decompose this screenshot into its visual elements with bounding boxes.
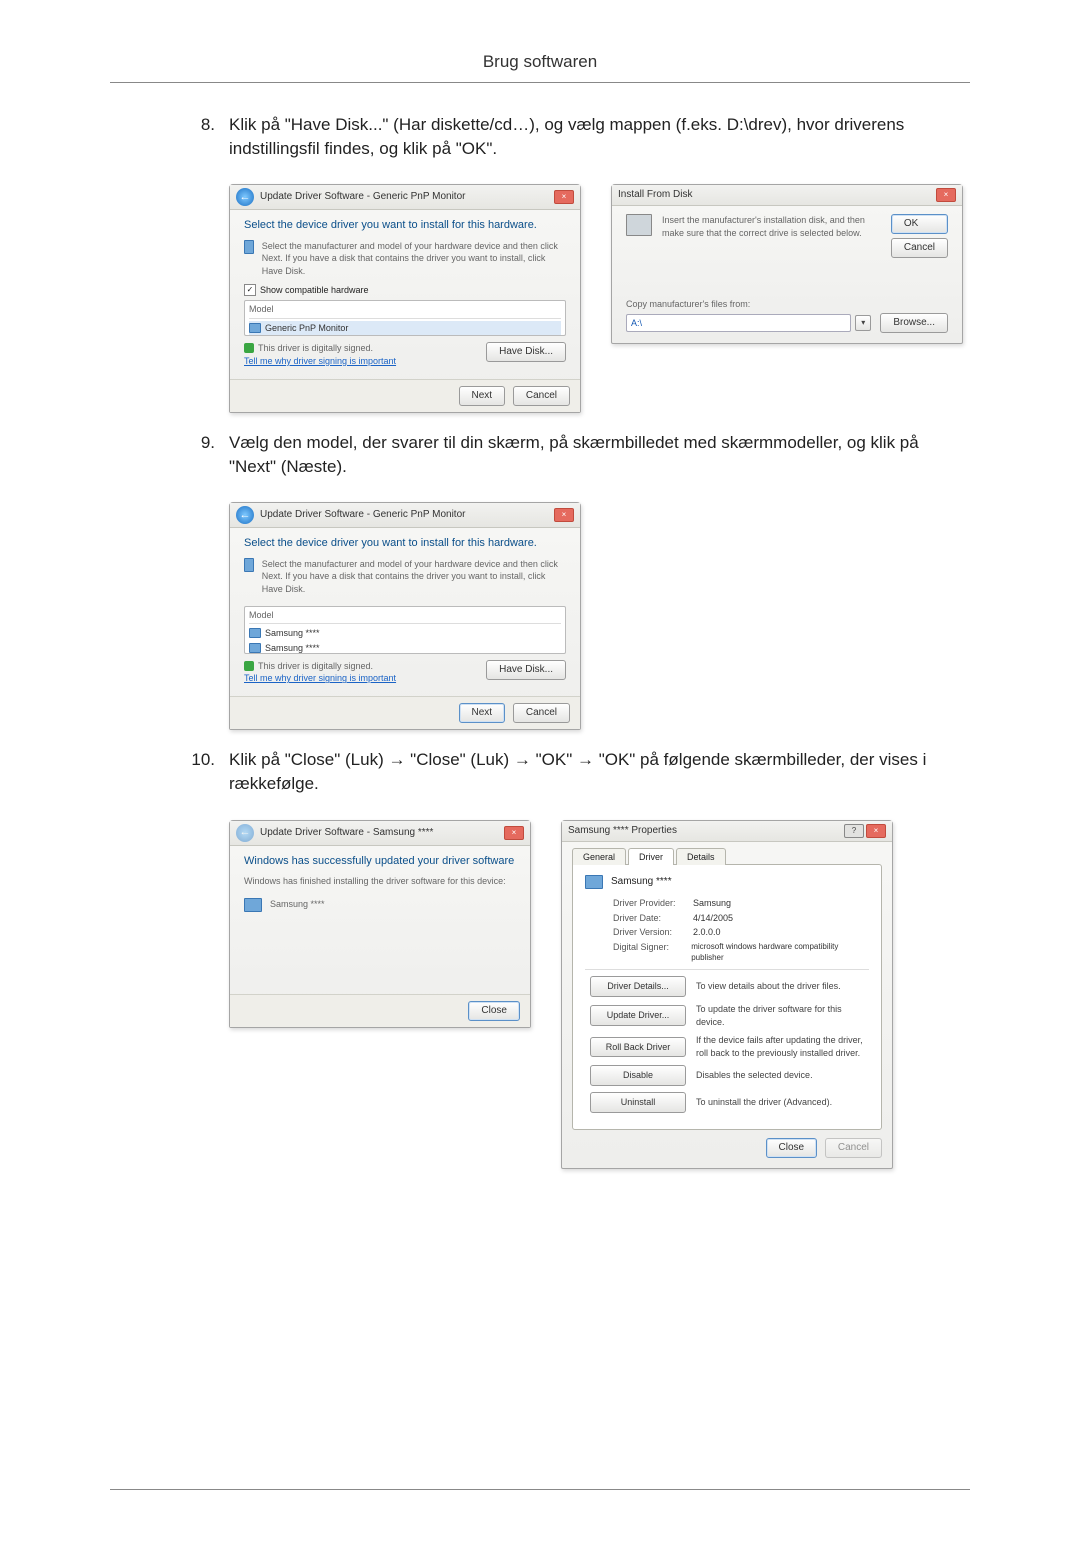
- back-icon[interactable]: ←: [236, 506, 254, 524]
- cancel-button[interactable]: Cancel: [513, 386, 570, 406]
- cancel-button: Cancel: [825, 1138, 882, 1158]
- dropdown-icon[interactable]: ▾: [855, 315, 871, 331]
- dialog-title: Update Driver Software - Generic PnP Mon…: [260, 508, 465, 522]
- dialog-properties: Samsung **** Properties ? × General Driv…: [561, 820, 893, 1169]
- dialog-select-model: ← Update Driver Software - Generic PnP M…: [229, 502, 581, 730]
- divider-bottom: [110, 1489, 970, 1490]
- step-9-text: Vælg den model, der svarer til din skærm…: [229, 431, 970, 479]
- divider-top: [110, 82, 970, 83]
- success-desc: Windows has finished installing the driv…: [244, 875, 516, 888]
- next-button[interactable]: Next: [459, 386, 506, 406]
- close-button[interactable]: Close: [766, 1138, 818, 1158]
- shield-icon: [244, 343, 254, 353]
- signing-link[interactable]: Tell me why driver signing is important: [244, 356, 396, 366]
- monitor-icon: [244, 558, 254, 572]
- signing-link[interactable]: Tell me why driver signing is important: [244, 673, 396, 683]
- cancel-button[interactable]: Cancel: [513, 703, 570, 723]
- dialog-title: Update Driver Software - Generic PnP Mon…: [260, 190, 465, 204]
- ok-button[interactable]: OK: [891, 214, 948, 234]
- have-disk-button[interactable]: Have Disk...: [486, 660, 566, 680]
- page-title: Brug softwaren: [110, 50, 970, 74]
- monitor-icon: [585, 875, 603, 889]
- monitor-icon: [244, 240, 254, 254]
- show-compatible-checkbox[interactable]: ✓: [244, 284, 256, 296]
- device-name: Samsung ****: [270, 898, 325, 911]
- step-10-number: 10.: [110, 748, 229, 796]
- close-button[interactable]: Close: [468, 1001, 520, 1021]
- step-9-number: 9.: [110, 431, 229, 479]
- step-10-text: Klik på "Close" (Luk) → "Close" (Luk) → …: [229, 748, 970, 796]
- tab-details[interactable]: Details: [676, 848, 726, 866]
- close-icon[interactable]: ×: [936, 188, 956, 202]
- model-header: Model: [249, 303, 561, 319]
- close-icon[interactable]: ×: [504, 826, 524, 840]
- dialog-install-from-disk: Install From Disk × Insert the manufactu…: [611, 184, 963, 344]
- cancel-button[interactable]: Cancel: [891, 238, 948, 258]
- device-name: Samsung ****: [611, 875, 672, 889]
- close-icon[interactable]: ×: [554, 190, 574, 204]
- step-8-number: 8.: [110, 113, 229, 161]
- step-8-text: Klik på "Have Disk..." (Har diskette/cd……: [229, 113, 970, 161]
- have-disk-button[interactable]: Have Disk...: [486, 342, 566, 362]
- monitor-icon: [249, 628, 261, 638]
- list-item[interactable]: Samsung ****: [249, 641, 561, 656]
- dialog-desc: Select the manufacturer and model of you…: [262, 558, 566, 596]
- list-item[interactable]: Samsung ****: [249, 626, 561, 641]
- dialog-desc: Select the manufacturer and model of you…: [262, 240, 566, 278]
- close-icon[interactable]: ×: [866, 824, 886, 838]
- dialog-heading: Select the device driver you want to ins…: [244, 536, 566, 551]
- list-item[interactable]: Generic PnP Monitor: [249, 321, 561, 336]
- tab-driver[interactable]: Driver: [628, 848, 674, 866]
- dialog-title: Install From Disk: [618, 188, 692, 202]
- path-input[interactable]: A:\: [626, 314, 851, 332]
- driver-details-button[interactable]: Driver Details...: [590, 976, 686, 997]
- browse-button[interactable]: Browse...: [880, 313, 948, 333]
- close-icon[interactable]: ×: [554, 508, 574, 522]
- dialog-update-success: ← Update Driver Software - Samsung **** …: [229, 820, 531, 1028]
- disk-icon: [626, 214, 652, 236]
- model-header: Model: [249, 609, 561, 625]
- signed-text: This driver is digitally signed.: [258, 660, 373, 673]
- dialog-update-driver: ← Update Driver Software - Generic PnP M…: [229, 184, 581, 412]
- tab-general[interactable]: General: [572, 848, 626, 866]
- help-icon[interactable]: ?: [844, 824, 864, 838]
- dialog-title: Update Driver Software - Samsung ****: [260, 826, 433, 840]
- signed-text: This driver is digitally signed.: [258, 342, 373, 355]
- back-icon[interactable]: ←: [236, 188, 254, 206]
- copy-label: Copy manufacturer's files from:: [626, 298, 948, 311]
- monitor-icon: [244, 898, 262, 912]
- dialog-title: Samsung **** Properties: [568, 824, 677, 838]
- dialog-heading: Select the device driver you want to ins…: [244, 218, 566, 233]
- roll-back-button[interactable]: Roll Back Driver: [590, 1037, 686, 1058]
- update-driver-button[interactable]: Update Driver...: [590, 1005, 686, 1026]
- monitor-icon: [249, 323, 261, 333]
- shield-icon: [244, 661, 254, 671]
- uninstall-button[interactable]: Uninstall: [590, 1092, 686, 1113]
- monitor-icon: [249, 643, 261, 653]
- disable-button[interactable]: Disable: [590, 1065, 686, 1086]
- next-button[interactable]: Next: [459, 703, 506, 723]
- show-compatible-label: Show compatible hardware: [260, 284, 369, 297]
- install-msg: Insert the manufacturer's installation d…: [662, 214, 876, 239]
- success-heading: Windows has successfully updated your dr…: [244, 854, 516, 869]
- back-icon: ←: [236, 824, 254, 842]
